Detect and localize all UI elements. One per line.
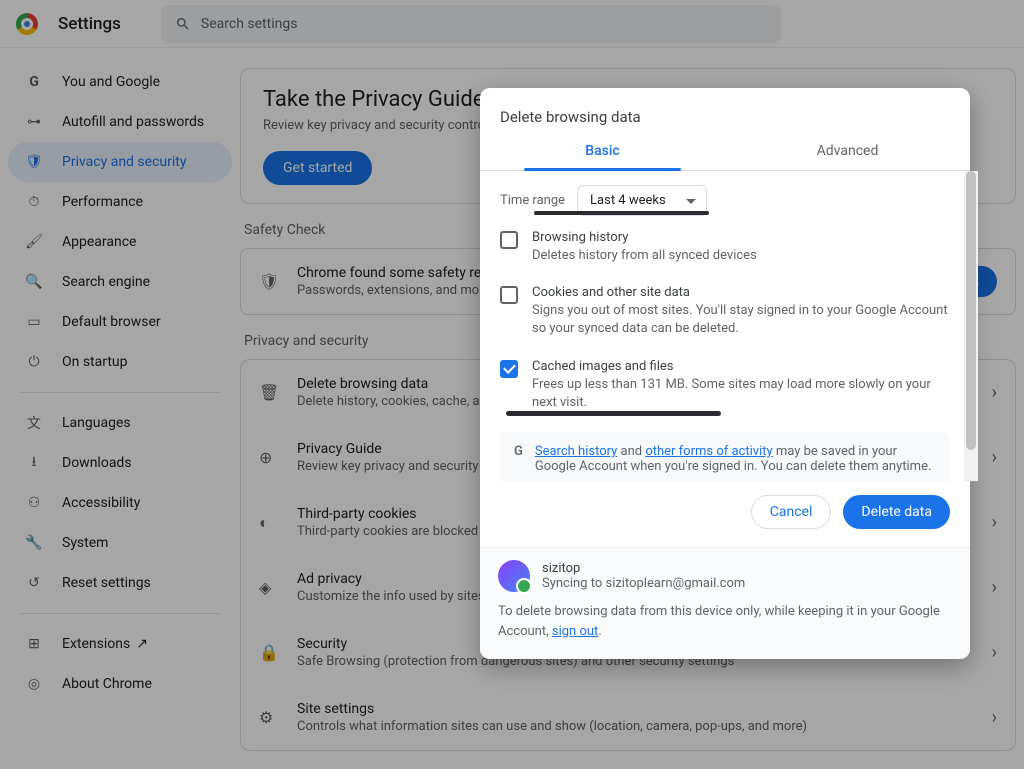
info-box: G Search history and other forms of acti… <box>500 432 950 481</box>
link-sign-out[interactable]: sign out <box>552 624 598 639</box>
tab-basic[interactable]: Basic <box>480 132 725 170</box>
checkbox[interactable] <box>500 286 518 304</box>
checkbox-browsing-history[interactable]: Browsing historyDeletes history from all… <box>500 230 950 265</box>
checkbox-cached[interactable]: Cached images and filesFrees up less tha… <box>500 359 950 412</box>
tab-advanced[interactable]: Advanced <box>725 132 970 170</box>
dialog-actions: Cancel Delete data <box>480 481 970 547</box>
delete-data-button[interactable]: Delete data <box>843 495 950 529</box>
link-search-history[interactable]: Search history <box>535 444 617 459</box>
dialog-title: Delete browsing data <box>480 88 970 132</box>
avatar <box>498 560 530 592</box>
cancel-button[interactable]: Cancel <box>751 495 832 529</box>
dialog-tabs: Basic Advanced <box>480 132 970 171</box>
google-g-icon: G <box>514 444 523 459</box>
delete-browsing-data-dialog: Delete browsing data Basic Advanced Time… <box>480 88 970 659</box>
dialog-footer: sizitop Syncing to sizitoplearn@gmail.co… <box>480 547 970 659</box>
scrollbar-thumb[interactable] <box>966 171 976 450</box>
annotation-mark <box>534 211 709 215</box>
checkbox[interactable] <box>500 360 518 378</box>
account-sync: Syncing to sizitoplearn@gmail.com <box>542 576 745 591</box>
account-name: sizitop <box>542 561 745 576</box>
checkbox[interactable] <box>500 231 518 249</box>
annotation-mark <box>506 411 721 416</box>
link-other-activity[interactable]: other forms of activity <box>645 444 772 459</box>
time-range-label: Time range <box>500 193 565 208</box>
dialog-body: Time range Last 4 weeks Browsing history… <box>480 171 970 481</box>
checkbox-cookies[interactable]: Cookies and other site dataSigns you out… <box>500 285 950 338</box>
scrollbar[interactable] <box>964 171 978 481</box>
